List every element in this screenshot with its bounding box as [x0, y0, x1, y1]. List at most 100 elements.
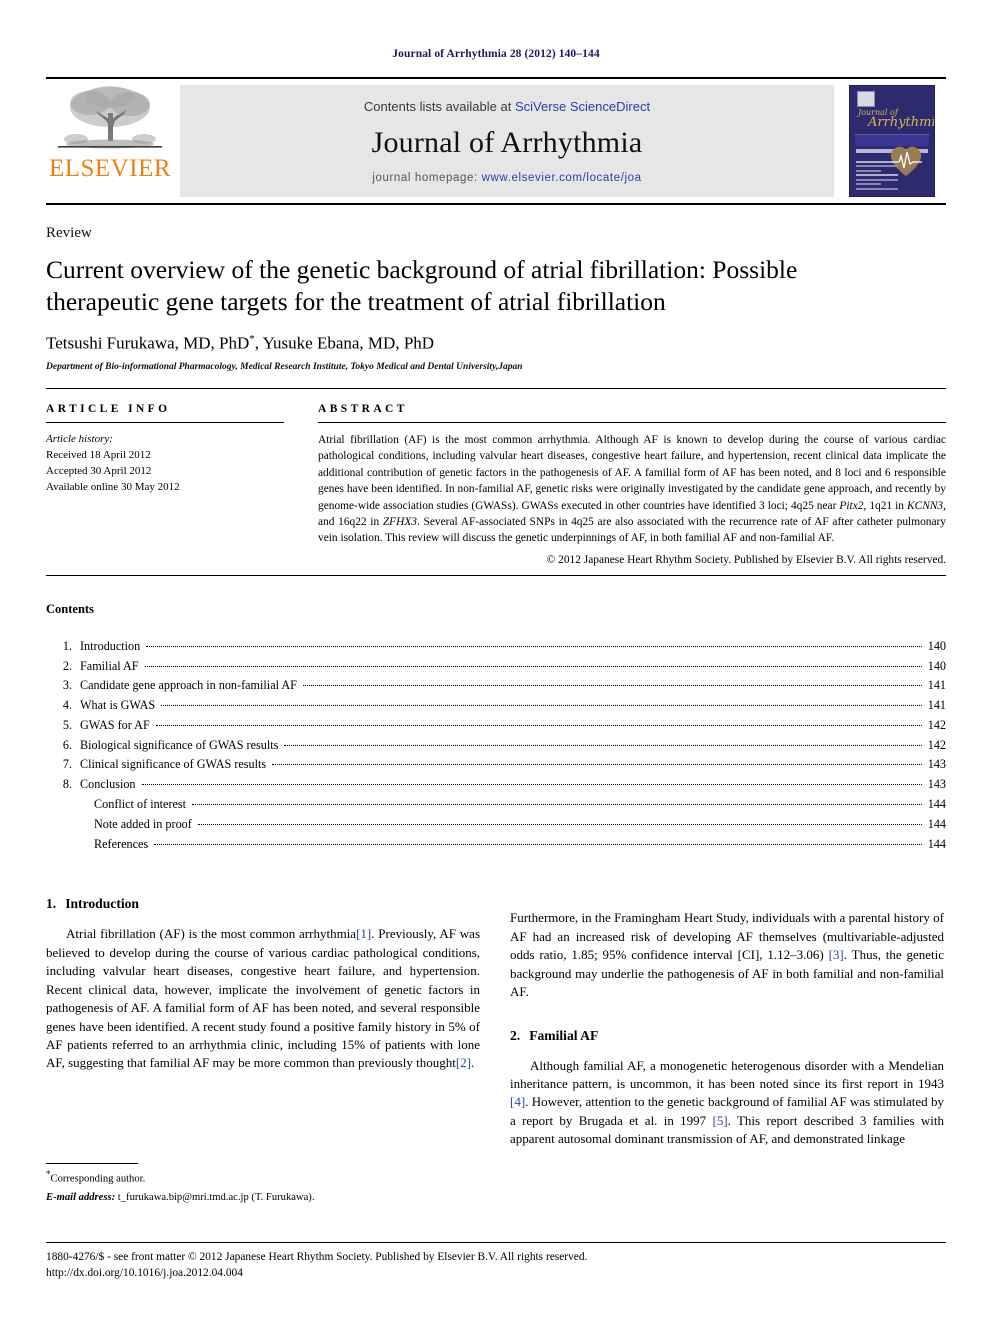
familial-text-a: Although familial AF, a monogenetic hete… — [510, 1057, 944, 1091]
toc-leader — [284, 744, 922, 746]
cover-line — [856, 165, 898, 167]
journal-homepage-line: journal homepage: www.elsevier.com/locat… — [372, 172, 641, 184]
toc-entry[interactable]: 8. Conclusion 143 — [46, 775, 946, 795]
toc-leader — [272, 764, 922, 766]
cover-line — [856, 174, 898, 176]
abstract-bottom-rule — [46, 574, 946, 576]
elsevier-tree-icon — [58, 86, 162, 149]
toc-entry[interactable]: 2. Familial AF 140 — [46, 657, 946, 677]
toc-label[interactable]: What is GWAS — [80, 696, 159, 716]
toc-page: 140 — [927, 658, 946, 673]
toc-leader — [141, 784, 922, 786]
citation-1[interactable]: [1] — [356, 926, 371, 941]
toc-number: 4. — [62, 698, 72, 713]
body-column-right: Furthermore, in the Framingham Heart Stu… — [510, 896, 944, 1149]
email-value[interactable]: t_furukawa.bip@mri.tmd.ac.jp (T. Furukaw… — [115, 1192, 315, 1203]
abstract-part-2: , 1q21 in — [863, 499, 908, 512]
history-accepted: Accepted 30 April 2012 — [46, 464, 152, 477]
sciencedirect-link[interactable]: SciVerse ScienceDirect — [515, 99, 650, 114]
body-columns: 1. Introduction Atrial fibrillation (AF) … — [46, 896, 946, 1149]
toc-label[interactable]: Introduction — [80, 637, 144, 657]
article-info-heading: ARTICLE INFO — [46, 402, 171, 415]
toc-page: 144 — [927, 796, 946, 811]
toc-label[interactable]: Familial AF — [80, 657, 143, 677]
toc-leader — [192, 803, 922, 805]
toc-entry[interactable]: 1. Introduction 140 — [46, 637, 946, 657]
footer-copyright: 1880-4276/$ - see front matter © 2012 Ja… — [46, 1251, 588, 1263]
citation-5[interactable]: [5] — [712, 1113, 727, 1128]
paragraph-framingham: Furthermore, in the Framingham Heart Stu… — [510, 909, 944, 1001]
gene-zfhx3: ZFHX3 — [382, 516, 417, 529]
toc-label[interactable]: Note added in proof — [80, 815, 196, 835]
history-received: Received 18 April 2012 — [46, 448, 151, 461]
toc-page: 144 — [927, 816, 946, 831]
footnote-rule — [46, 1163, 138, 1164]
cover-text-lines — [856, 160, 898, 193]
page-footer: 1880-4276/$ - see front matter © 2012 Ja… — [46, 1242, 946, 1281]
intro-text-a: Atrial fibrillation (AF) is the most com… — [66, 926, 357, 942]
journal-cover-thumbnail: Journal of Arrhythmia — [849, 85, 935, 197]
history-available-online: Available online 30 May 2012 — [46, 480, 180, 493]
toc-entry[interactable]: 4. What is GWAS 141 — [46, 696, 946, 716]
toc-label[interactable]: Biological significance of GWAS results — [80, 736, 282, 756]
toc-entry[interactable]: References 144 — [46, 835, 946, 855]
author-list: Tetsushi Furukawa, MD, PhD*, Yusuke Eban… — [46, 333, 946, 354]
citation-3[interactable]: [3] — [829, 947, 844, 962]
toc-number: 1. — [62, 638, 72, 653]
toc-number: 6. — [62, 737, 72, 752]
gene-pitx2: Pitx2 — [839, 499, 864, 512]
abstract-body: Atrial fibrillation (AF) is the most com… — [318, 432, 946, 547]
toc-page: 140 — [927, 638, 946, 653]
elsevier-wordmark: ELSEVIER — [48, 155, 172, 182]
toc-label[interactable]: Conflict of interest — [80, 795, 190, 815]
contents-available-line: Contents lists available at SciVerse Sci… — [364, 99, 650, 114]
author-secondary: , Yusuke Ebana, MD, PhD — [254, 333, 435, 353]
author-primary: Tetsushi Furukawa, MD, PhD — [46, 333, 250, 353]
journal-title: Journal of Arrhythmia — [371, 125, 643, 159]
toc-label[interactable]: Candidate gene approach in non-familial … — [80, 676, 301, 696]
citation-4[interactable]: [4] — [510, 1094, 525, 1109]
journal-masthead: ELSEVIER Contents lists available at Sci… — [46, 77, 946, 205]
info-abstract-section: ARTICLE INFO Article history: Received 1… — [46, 389, 946, 566]
toc-page: 142 — [927, 717, 946, 732]
toc-leader — [154, 843, 922, 845]
toc-leader — [146, 645, 922, 647]
toc-label[interactable]: References — [80, 835, 152, 855]
toc-entry[interactable]: Note added in proof 144 — [46, 815, 946, 835]
cover-society-logo-icon — [857, 91, 875, 107]
cover-line — [856, 169, 882, 172]
cover-script-big: Arrhythmia — [868, 115, 934, 131]
toc-entry[interactable]: 7. Clinical significance of GWAS results… — [46, 755, 946, 775]
toc-label[interactable]: GWAS for AF — [80, 716, 154, 736]
toc-label[interactable]: Clinical significance of GWAS results — [80, 755, 270, 775]
footnote-email: E-mail address: t_furukawa.bip@mri.tmd.a… — [46, 1191, 466, 1206]
footer-doi[interactable]: http://dx.doi.org/10.1016/j.joa.2012.04.… — [46, 1265, 946, 1281]
toc-entry[interactable]: 6. Biological significance of GWAS resul… — [46, 736, 946, 756]
toc-entry[interactable]: 5. GWAS for AF 142 — [46, 716, 946, 736]
footnote-corresponding: *Corresponding author. — [46, 1168, 466, 1187]
abstract-column: ABSTRACT Atrial fibrillation (AF) is the… — [318, 403, 946, 566]
footer-rule — [46, 1242, 946, 1243]
article-history: Article history: Received 18 April 2012 … — [46, 432, 284, 496]
toc-number: 8. — [62, 777, 72, 792]
page-title: Current overview of the genetic backgrou… — [46, 255, 798, 317]
toc-page: 141 — [927, 698, 946, 713]
toc-entry[interactable]: 3. Candidate gene approach in non-famili… — [46, 676, 946, 696]
toc-number: 3. — [62, 678, 72, 693]
toc-entry[interactable]: Conflict of interest 144 — [46, 795, 946, 815]
cover-line — [856, 187, 898, 190]
citation-2[interactable]: [2] — [456, 1055, 471, 1070]
elsevier-logo: ELSEVIER — [46, 79, 174, 203]
abstract-heading: ABSTRACT — [318, 402, 408, 415]
toc-label[interactable]: Conclusion — [80, 775, 140, 795]
cover-line — [856, 178, 898, 181]
footnote-corresponding-text: Corresponding author. — [50, 1173, 146, 1185]
section-title: Familial AF — [529, 1027, 599, 1043]
toc-page: 141 — [927, 678, 946, 693]
paper-page: Journal of Arrhythmia 28 (2012) 140–144 — [0, 0, 992, 1323]
homepage-link[interactable]: www.elsevier.com/locate/joa — [482, 172, 642, 184]
toc-leader — [197, 823, 922, 825]
toc-leader — [302, 685, 922, 687]
contents-heading: Contents — [46, 601, 94, 616]
paragraph-familial-af: Although familial AF, a monogenetic hete… — [510, 1057, 944, 1149]
